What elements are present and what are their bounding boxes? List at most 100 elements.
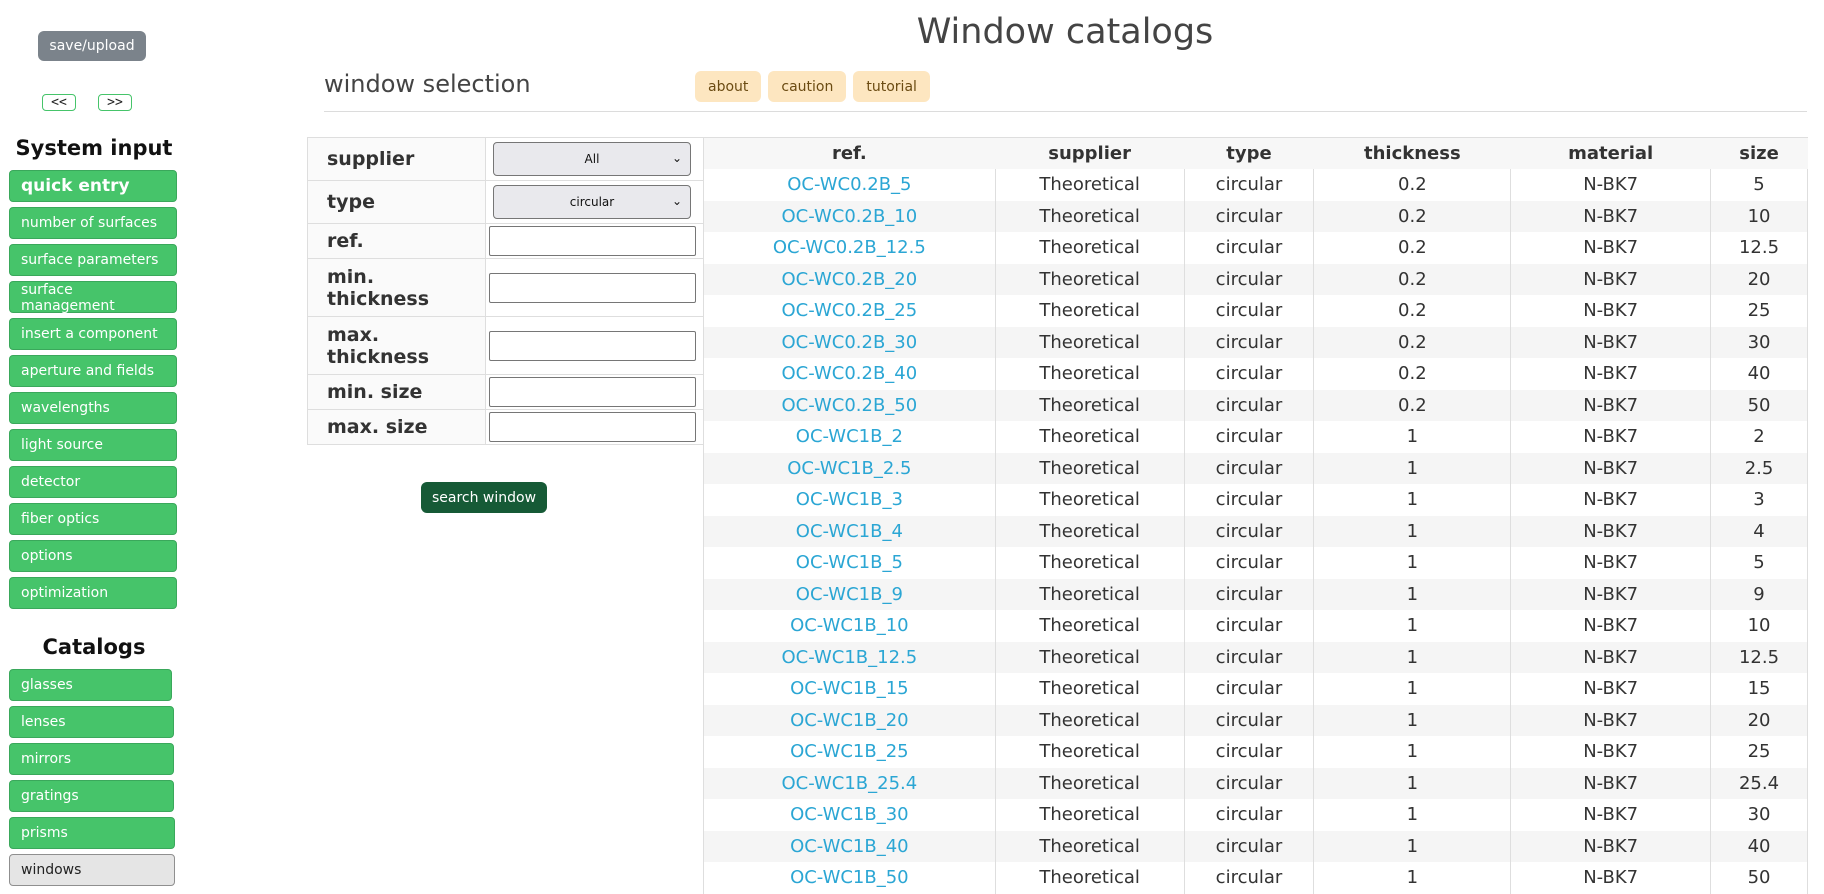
cell-supplier: Theoretical (995, 547, 1185, 579)
table-row[interactable]: OC-WC1B_20 Theoretical circular 1 N-BK7 20 (703, 704, 1808, 736)
sidebar-item-gratings[interactable]: gratings (9, 780, 174, 812)
sidebar-item-options[interactable]: options (9, 540, 177, 572)
min-size-input[interactable] (489, 377, 696, 407)
tab-tutorial[interactable]: tutorial (853, 71, 930, 102)
cell-material: N-BK7 (1510, 799, 1712, 831)
table-row[interactable]: OC-WC1B_50 Theoretical circular 1 N-BK7 50 (703, 862, 1808, 894)
cell-size: 2.5 (1710, 452, 1808, 484)
cell-supplier: Theoretical (995, 673, 1185, 705)
previous-button[interactable]: << (42, 94, 76, 111)
cell-type: circular (1184, 232, 1315, 264)
supplier-select-value: All (584, 152, 600, 166)
column-header-size[interactable]: size (1710, 137, 1808, 169)
sidebar-item-glasses[interactable]: glasses (9, 669, 172, 701)
table-row[interactable]: OC-WC0.2B_40 Theoretical circular 0.2 N-BK7 4… (703, 358, 1808, 390)
search-window-button[interactable]: search window (421, 482, 547, 513)
cell-material: N-BK7 (1510, 515, 1712, 547)
cell-ref[interactable]: OC-WC1B_40 (703, 830, 996, 862)
sidebar-item-quick-entry[interactable]: quick entry (9, 170, 177, 202)
sidebar-item-light-source[interactable]: light source (9, 429, 177, 461)
sidebar-item-optimization[interactable]: optimization (9, 577, 177, 609)
cell-ref[interactable]: OC-WC0.2B_40 (703, 358, 996, 390)
cell-ref[interactable]: OC-WC1B_50 (703, 862, 996, 894)
cell-ref[interactable]: OC-WC1B_15 (703, 673, 996, 705)
sidebar-item-prisms[interactable]: prisms (9, 817, 175, 849)
table-row[interactable]: OC-WC1B_15 Theoretical circular 1 N-BK7 15 (703, 673, 1808, 705)
sidebar-item-lenses[interactable]: lenses (9, 706, 174, 738)
column-header-ref[interactable]: ref. (703, 137, 996, 169)
sidebar-item-insert-a-component[interactable]: insert a component (9, 318, 177, 350)
min-thickness-input[interactable] (489, 272, 696, 303)
cell-ref[interactable]: OC-WC1B_2.5 (703, 452, 996, 484)
cell-ref[interactable]: OC-WC0.2B_30 (703, 326, 996, 358)
table-row[interactable]: OC-WC0.2B_25 Theoretical circular 0.2 N-BK7 2… (703, 295, 1808, 327)
tab-about[interactable]: about (695, 71, 762, 102)
cell-size: 12.5 (1710, 641, 1808, 673)
max-thickness-input[interactable] (489, 330, 696, 361)
sidebar-item-fiber-optics[interactable]: fiber optics (9, 503, 177, 535)
cell-ref[interactable]: OC-WC1B_30 (703, 799, 996, 831)
cell-supplier: Theoretical (995, 578, 1185, 610)
cell-ref[interactable]: OC-WC1B_2 (703, 421, 996, 453)
table-row[interactable]: OC-WC1B_5 Theoretical circular 1 N-BK7 5 (703, 547, 1808, 579)
cell-ref[interactable]: OC-WC1B_25 (703, 736, 996, 768)
table-row[interactable]: OC-WC0.2B_10 Theoretical circular 0.2 N-BK7 1… (703, 200, 1808, 232)
column-header-thickness[interactable]: thickness (1313, 137, 1511, 169)
cell-size: 20 (1710, 704, 1808, 736)
table-row[interactable]: OC-WC1B_4 Theoretical circular 1 N-BK7 4 (703, 515, 1808, 547)
cell-type: circular (1184, 421, 1315, 453)
table-row[interactable]: OC-WC0.2B_12.5 Theoretical circular 0.2 N-BK… (703, 232, 1808, 264)
cell-ref[interactable]: OC-WC1B_9 (703, 578, 996, 610)
cell-material: N-BK7 (1510, 484, 1712, 516)
table-row[interactable]: OC-WC0.2B_30 Theoretical circular 0.2 N-BK7 3… (703, 326, 1808, 358)
cell-material: N-BK7 (1510, 232, 1712, 264)
sidebar-item-windows[interactable]: windows (9, 854, 175, 886)
cell-ref[interactable]: OC-WC1B_5 (703, 547, 996, 579)
cell-ref[interactable]: OC-WC0.2B_5 (703, 169, 996, 201)
column-header-material[interactable]: material (1510, 137, 1711, 169)
max-size-input[interactable] (489, 412, 696, 442)
cell-ref[interactable]: OC-WC0.2B_50 (703, 389, 996, 421)
sidebar-item-wavelengths[interactable]: wavelengths (9, 392, 177, 424)
table-row[interactable]: OC-WC1B_9 Theoretical circular 1 N-BK7 9 (703, 578, 1808, 610)
cell-thickness: 0.2 (1313, 169, 1512, 201)
table-row[interactable]: OC-WC0.2B_5 Theoretical circular 0.2 N-BK7 5 (703, 169, 1808, 201)
next-button[interactable]: >> (98, 94, 132, 111)
table-row[interactable]: OC-WC1B_10 Theoretical circular 1 N-BK7 10 (703, 610, 1808, 642)
table-row[interactable]: OC-WC1B_30 Theoretical circular 1 N-BK7 30 (703, 799, 1808, 831)
table-row[interactable]: OC-WC1B_2 Theoretical circular 1 N-BK7 2 (703, 421, 1808, 453)
table-row[interactable]: OC-WC1B_3 Theoretical circular 1 N-BK7 3 (703, 484, 1808, 516)
cell-ref[interactable]: OC-WC0.2B_20 (703, 263, 996, 295)
column-header-type[interactable]: type (1184, 137, 1314, 169)
sidebar-item-number-of-surfaces[interactable]: number of surfaces (9, 207, 177, 239)
cell-material: N-BK7 (1510, 263, 1712, 295)
table-row[interactable]: OC-WC1B_12.5 Theoretical circular 1 N-BK7 12.… (703, 641, 1808, 673)
table-row[interactable]: OC-WC1B_25 Theoretical circular 1 N-BK7 25 (703, 736, 1808, 768)
table-row[interactable]: OC-WC1B_25.4 Theoretical circular 1 N-BK7 25.… (703, 767, 1808, 799)
table-row[interactable]: OC-WC0.2B_50 Theoretical circular 0.2 N-BK7 5… (703, 389, 1808, 421)
sidebar-item-aperture-and-fields[interactable]: aperture and fields (9, 355, 177, 387)
sidebar-item-surface-parameters[interactable]: surface parameters (9, 244, 177, 276)
cell-ref[interactable]: OC-WC1B_4 (703, 515, 996, 547)
cell-ref[interactable]: OC-WC1B_3 (703, 484, 996, 516)
table-row[interactable]: OC-WC1B_40 Theoretical circular 1 N-BK7 40 (703, 830, 1808, 862)
cell-ref[interactable]: OC-WC1B_25.4 (703, 767, 996, 799)
cell-thickness: 1 (1313, 452, 1512, 484)
table-row[interactable]: OC-WC1B_2.5 Theoretical circular 1 N-BK7 2.5 (703, 452, 1808, 484)
cell-ref[interactable]: OC-WC1B_10 (703, 610, 996, 642)
supplier-select[interactable]: All ⌄ (493, 142, 691, 176)
table-row[interactable]: OC-WC0.2B_20 Theoretical circular 0.2 N-BK7 2… (703, 263, 1808, 295)
cell-ref[interactable]: OC-WC1B_20 (703, 704, 996, 736)
cell-ref[interactable]: OC-WC0.2B_10 (703, 200, 996, 232)
ref-input[interactable] (489, 226, 696, 256)
sidebar-item-mirrors[interactable]: mirrors (9, 743, 174, 775)
column-header-supplier[interactable]: supplier (995, 137, 1185, 169)
sidebar-item-surface-management[interactable]: surface management (9, 281, 177, 314)
cell-material: N-BK7 (1510, 421, 1712, 453)
cell-ref[interactable]: OC-WC1B_12.5 (703, 641, 996, 673)
cell-ref[interactable]: OC-WC0.2B_12.5 (703, 232, 996, 264)
tab-caution[interactable]: caution (768, 71, 847, 102)
cell-ref[interactable]: OC-WC0.2B_25 (703, 295, 996, 327)
sidebar-item-detector[interactable]: detector (9, 466, 177, 498)
type-select[interactable]: circular ⌄ (493, 185, 691, 219)
